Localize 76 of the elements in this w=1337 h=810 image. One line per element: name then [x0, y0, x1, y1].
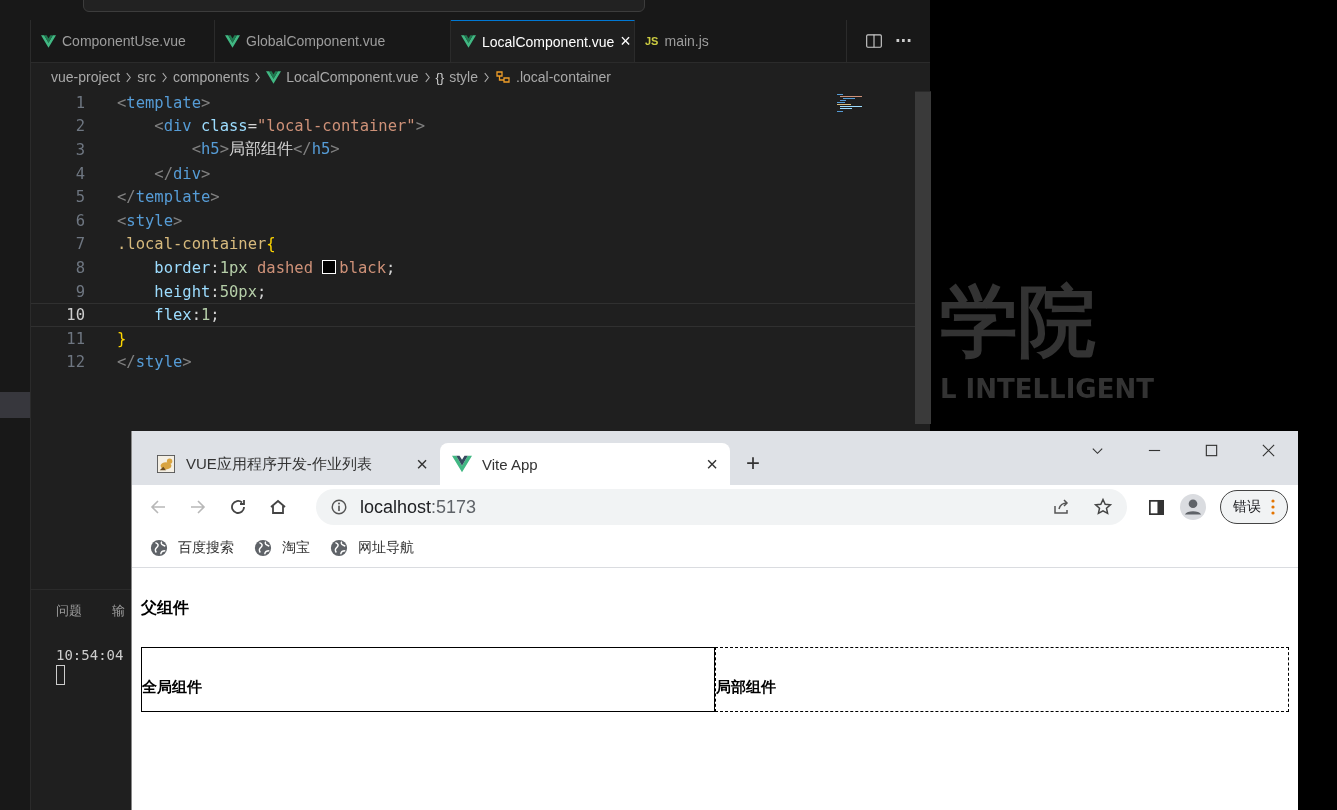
code-line: <h5>局部组件</h5> — [190, 139, 340, 161]
chevron-right-icon — [483, 71, 490, 83]
line-number: 10 — [65, 306, 86, 325]
code-line: .local-container{ — [117, 235, 276, 254]
line-number: 3 — [74, 141, 86, 159]
line-number: 11 — [65, 329, 86, 348]
line-number: 7 — [74, 235, 86, 254]
globe-icon — [254, 539, 272, 557]
code-line: height:50px; — [153, 282, 267, 301]
code-line: <style> — [117, 211, 183, 230]
code-line: <template> — [117, 93, 211, 112]
line-number: 12 — [65, 353, 86, 372]
page-heading: 父组件 — [141, 598, 190, 618]
component-label: 局部组件 — [716, 678, 776, 697]
breadcrumb-item[interactable]: LocalComponent.vue — [286, 69, 419, 85]
vue-logo-icon — [225, 34, 240, 48]
share-icon[interactable] — [1051, 497, 1071, 517]
panel-tab[interactable]: 输 — [112, 602, 125, 620]
kebab-menu-icon — [1271, 499, 1275, 515]
maximize-icon[interactable] — [1204, 442, 1219, 458]
globe-icon — [330, 539, 348, 557]
globe-icon — [150, 539, 168, 557]
more-actions-button[interactable]: ··· — [894, 32, 912, 50]
error-button[interactable]: 错误 — [1220, 490, 1288, 524]
line-number: 8 — [74, 258, 86, 277]
editor-tab[interactable]: ComponentUse.vue — [31, 20, 215, 62]
code-line: </style> — [117, 353, 192, 372]
code-line: </div> — [153, 164, 211, 183]
bookmark[interactable]: 网址导航 — [330, 539, 414, 557]
line-number: 5 — [74, 188, 86, 207]
address-bar[interactable]: localhost:5173 — [316, 489, 1127, 525]
editor-tab[interactable]: JS main.js — [635, 20, 785, 62]
profile-avatar-icon[interactable] — [1180, 494, 1206, 520]
chevron-right-icon — [125, 71, 133, 83]
line-number: 4 — [74, 164, 86, 183]
new-tab-button[interactable]: + — [746, 449, 760, 477]
chevron-right-icon — [160, 71, 168, 83]
split-editor-icon[interactable] — [864, 32, 883, 50]
editor-tab[interactable]: LocalComponent.vue × — [451, 20, 635, 62]
browser-tab[interactable]: VUE应用程序开发-作业列表 × — [144, 443, 440, 485]
star-icon[interactable] — [1093, 497, 1113, 517]
line-number: 2 — [74, 117, 86, 136]
panel-tab[interactable]: 问题 — [56, 602, 82, 620]
line-number: 1 — [74, 93, 86, 112]
side-panel-icon[interactable] — [1147, 497, 1166, 517]
symbol-icon — [495, 69, 511, 85]
terminal-output: 10:54:04 — [56, 647, 125, 663]
code-line: flex:1; — [153, 306, 220, 325]
bookmark[interactable]: 淘宝 — [254, 539, 310, 557]
breadcrumb-item[interactable]: components — [172, 69, 250, 85]
code-line: <div class="local-container"> — [153, 117, 425, 136]
vue-logo-icon — [452, 455, 472, 473]
breadcrumb-item[interactable]: .local-container — [516, 69, 611, 85]
breadcrumb-item[interactable]: src — [137, 69, 156, 85]
component-label: 全局组件 — [142, 678, 202, 697]
code-line: } — [117, 329, 127, 348]
chevron-right-icon — [423, 71, 431, 83]
breadcrumb-item[interactable]: style — [449, 69, 478, 85]
braces-icon: {} — [435, 69, 445, 85]
info-icon — [330, 498, 348, 516]
browser-tab[interactable]: Vite App × — [440, 443, 730, 485]
close-icon[interactable] — [1261, 442, 1276, 458]
line-number: 6 — [74, 211, 86, 230]
vue-logo-icon — [461, 35, 476, 48]
scrollbar[interactable] — [915, 91, 931, 424]
bookmark[interactable]: 百度搜索 — [150, 539, 234, 557]
breadcrumb-item[interactable]: vue-project — [51, 69, 121, 85]
line-number: 9 — [74, 282, 86, 301]
chevron-right-icon — [254, 71, 262, 83]
home-icon[interactable] — [268, 497, 288, 517]
vue-logo-icon — [41, 34, 56, 48]
code-line: </template> — [117, 188, 220, 207]
terminal-cursor — [56, 665, 65, 685]
vue-logo-icon — [266, 70, 282, 84]
reload-icon[interactable] — [228, 497, 248, 517]
code-line: border:1px dashed black; — [153, 258, 396, 277]
